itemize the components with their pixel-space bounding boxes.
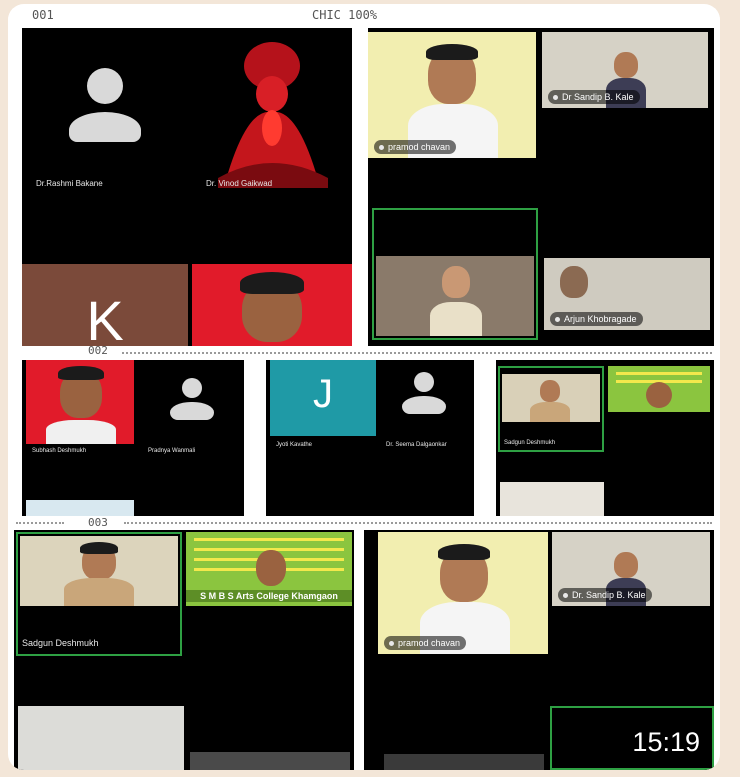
participant-name: pramod chavan	[384, 636, 467, 650]
video-tile-sandip[interactable]: Dr Sandip B. Kale	[542, 32, 708, 108]
strip-page-number: 003	[88, 516, 108, 529]
avatar-placeholder-icon	[402, 372, 446, 416]
dotted-separator	[16, 522, 64, 524]
video-panel-right-2: Sadgun Deshmukh	[496, 360, 714, 516]
deity-image	[218, 42, 328, 188]
grid-separator-strip: 002	[8, 344, 720, 358]
avatar-placeholder-icon	[170, 378, 214, 422]
participant-name: pramod chavan	[374, 140, 457, 154]
participant-photo	[46, 364, 116, 444]
participant-name: Sadgun Deshmukh	[504, 440, 556, 446]
video-timestamp: 15:19	[632, 727, 700, 757]
grid-separator-strip: 003	[8, 516, 720, 530]
participant-name: Dr. Vinod Gaikwad	[206, 179, 273, 188]
video-tile-rashmi[interactable]: Dr.Rashmi Bakane	[22, 28, 188, 200]
participant-name: Pradnya Wanmali	[148, 448, 196, 454]
video-tile-sadgun[interactable]: Sadgun Deshmukh	[498, 366, 604, 452]
partial-video-tile	[18, 706, 184, 770]
strip-page-number: 002	[88, 344, 108, 357]
participant-video	[502, 374, 600, 422]
video-tile-arjun[interactable]: Arjun Khobragade	[544, 258, 710, 330]
partial-video-tile	[384, 754, 544, 770]
participant-name: Dr Sandip B. Kale	[548, 90, 640, 104]
participant-video	[20, 536, 178, 606]
top-status-strip: 001 CHIC 100%	[8, 8, 720, 22]
participant-video	[376, 256, 534, 336]
participant-video	[646, 382, 672, 408]
video-tile-sadgun-large[interactable]: Sadgun Deshmukh	[16, 532, 182, 656]
college-banner-tile[interactable]: S M B S Arts College Khamgaon	[186, 532, 352, 606]
initial-letter: K	[86, 289, 124, 348]
video-tile-sandip[interactable]: Dr. Sandip B. Kale	[552, 532, 710, 606]
participant-video	[256, 550, 286, 586]
participant-name: Jyoti Kavathe	[276, 442, 313, 448]
video-panel-left-2: Subhash Deshmukh Pradnya Wanmali	[22, 360, 244, 516]
screenshot-frame: 001 CHIC 100% Dr.Rashmi Bakane Dr. Vinod…	[8, 4, 720, 770]
partial-video-tile	[500, 482, 604, 516]
video-tile-jyoti[interactable]: J	[270, 360, 376, 436]
video-panel-left-1: Dr.Rashmi Bakane Dr. Vinod Gaikwad K	[22, 28, 352, 348]
video-tile-active-speaker[interactable]	[372, 208, 538, 340]
strip-page-number: 001	[32, 8, 54, 22]
participant-name: Sadgun Deshmukh	[22, 638, 99, 648]
video-tile-photo[interactable]	[192, 264, 352, 348]
participant-photo	[222, 270, 322, 348]
initial-letter: J	[313, 372, 333, 416]
avatar-placeholder-icon	[65, 68, 145, 148]
video-tile-seema[interactable]	[378, 360, 472, 436]
dotted-separator	[124, 522, 712, 524]
college-banner-tile[interactable]	[608, 366, 710, 412]
participant-name: Dr. Sandip B. Kale	[558, 588, 652, 602]
partial-video-tile	[190, 752, 350, 770]
video-tile-vinod[interactable]: Dr. Vinod Gaikwad	[188, 28, 352, 200]
participant-name: Subhash Deshmukh	[32, 448, 87, 454]
dotted-separator	[122, 352, 712, 354]
participant-name: Dr.Rashmi Bakane	[36, 179, 103, 188]
video-tile-pramod[interactable]: pramod chavan	[368, 32, 536, 158]
video-panel-left-3: Sadgun Deshmukh S M B S Arts College Kha…	[14, 530, 354, 770]
strip-zoom-readout: CHIC 100%	[312, 8, 378, 22]
participant-name: Dr. Seema Dalgaonkar	[386, 442, 447, 448]
participant-name: Arjun Khobragade	[550, 312, 643, 326]
college-name-caption: S M B S Arts College Khamgaon	[186, 590, 352, 602]
video-tile-pradnya[interactable]	[140, 360, 240, 444]
video-panel-center-2: J Jyoti Kavathe Dr. Seema Dalgaonkar	[266, 360, 474, 516]
video-tile-k[interactable]: K	[22, 264, 188, 348]
video-panel-right-1: pramod chavan Dr Sandip B. Kale Arjun Kh…	[368, 28, 714, 348]
video-tile-subhash[interactable]	[26, 360, 134, 444]
partial-video-tile	[26, 500, 134, 516]
video-tile-pramod[interactable]: pramod chavan	[378, 532, 548, 654]
